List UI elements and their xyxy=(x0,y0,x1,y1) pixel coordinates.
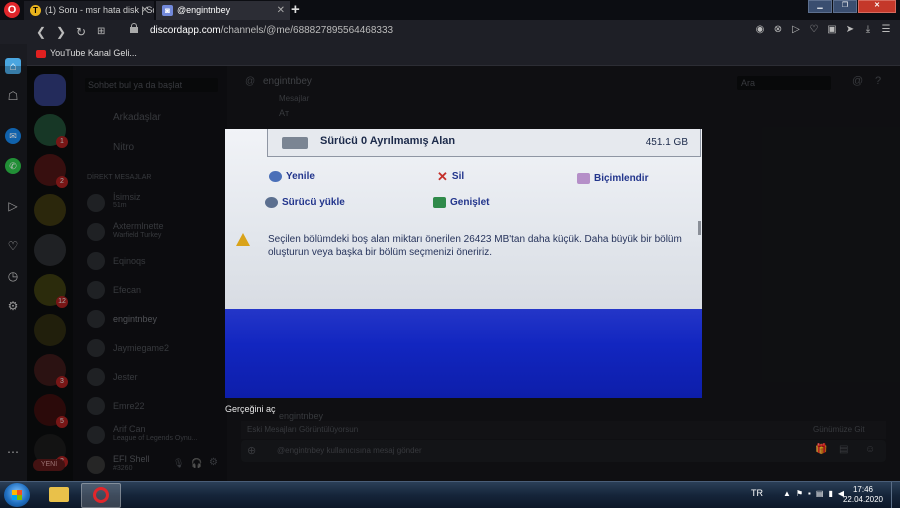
load-driver-icon xyxy=(265,197,278,208)
photo-action-delete: ✕ Sil xyxy=(437,169,465,184)
tabs-grid-icon[interactable]: ⊞ xyxy=(97,25,105,39)
tab-label: @engintnbey xyxy=(177,5,231,15)
photo-action-extend: Genişlet xyxy=(433,197,489,208)
delete-x-icon: ✕ xyxy=(437,169,448,184)
network-icon[interactable]: ▮ xyxy=(828,489,832,498)
forward-icon[interactable]: ❯ xyxy=(56,25,66,39)
photo-action-load-driver: Sürücü yükle xyxy=(265,197,345,208)
reload-icon[interactable]: ↻ xyxy=(76,25,86,39)
send-icon[interactable]: ▷ xyxy=(790,24,802,35)
extension-icon[interactable]: ▣ xyxy=(826,24,838,35)
disk-icon xyxy=(282,137,308,149)
opera-menu-icon[interactable]: O xyxy=(4,2,20,18)
refresh-icon xyxy=(269,171,282,182)
clock-time: 17:46 xyxy=(852,485,873,494)
taskbar-explorer[interactable] xyxy=(40,483,78,506)
photo-blue-area xyxy=(225,309,702,398)
heart-icon[interactable]: ♡ xyxy=(808,24,820,35)
folder-icon xyxy=(49,487,69,502)
flag-icon[interactable]: ⚑ xyxy=(796,489,803,498)
open-original-link[interactable]: Gerçeğini aç xyxy=(225,404,276,414)
extend-icon xyxy=(433,197,446,208)
youtube-icon xyxy=(36,49,46,58)
tray-expand-icon[interactable]: ▲ xyxy=(783,489,791,498)
tray-icons: ▲ ⚑ ▪ ▤ ▮ ◀ xyxy=(783,489,844,498)
maximize-button[interactable]: ❐ xyxy=(833,0,857,13)
bookmarks-bar: YouTube Kanal Geli... xyxy=(0,44,900,66)
browser-tab-strip: O T (1) Soru - msr hata disk | Sor ✕ ◙ @en… xyxy=(0,0,900,20)
language-indicator[interactable]: TR xyxy=(751,488,763,498)
bookmark-label: YouTube Kanal Geli... xyxy=(50,48,137,58)
url-field[interactable]: discordapp.com/channels/@me/688827895564… xyxy=(150,25,393,36)
taskbar-opera[interactable] xyxy=(81,483,121,508)
paper-plane-icon[interactable]: ➤ xyxy=(844,24,856,35)
photo-scrollbar xyxy=(698,221,701,235)
tab-discord[interactable]: ◙ @engintnbey ✕ xyxy=(156,1,290,20)
tab-soru[interactable]: T (1) Soru - msr hata disk | Sor ✕ xyxy=(24,1,154,20)
url-path: /channels/@me/688827895564468333 xyxy=(220,25,394,36)
opera-icon xyxy=(93,487,109,503)
clock-date: 22.04.2020 xyxy=(842,495,883,504)
show-desktop-button[interactable] xyxy=(891,482,900,508)
format-icon xyxy=(577,173,590,184)
close-tab-icon[interactable]: ✕ xyxy=(277,1,285,20)
tab-label: (1) Soru - msr hata disk | Sor xyxy=(45,5,154,15)
start-button[interactable] xyxy=(4,483,30,507)
taskbar: TR ▲ ⚑ ▪ ▤ ▮ ◀ 17:46 22.04.2020 xyxy=(0,481,900,508)
photo-action-format: Biçimlendir xyxy=(577,173,648,184)
close-tab-icon[interactable]: ✕ xyxy=(141,1,149,20)
window-controls: ▁ ❐ ✕ xyxy=(808,0,896,13)
easy-setup-icon[interactable]: ☰ xyxy=(880,24,892,35)
address-bar-icons: ◉ ⊗ ▷ ♡ ▣ ➤ ⤓ ☰ xyxy=(754,24,892,35)
discord-favicon-icon: ◙ xyxy=(162,5,173,17)
printer-icon[interactable]: ▤ xyxy=(816,489,824,498)
back-icon[interactable]: ❮ xyxy=(36,25,46,39)
photo-disk-size: 451.1 GB xyxy=(645,137,688,148)
address-bar-row: ❮ ❯ ↻ ⊞ discordapp.com/channels/@me/6888… xyxy=(0,20,900,44)
tab-favicon-icon: T xyxy=(30,5,41,17)
download-icon[interactable]: ⤓ xyxy=(862,24,874,35)
attachment-photo: Sürücü 0 Ayrılmamış Alan 451.1 GB Yenile… xyxy=(225,129,702,398)
camera-icon[interactable]: ◉ xyxy=(754,24,766,35)
new-tab-button[interactable]: + xyxy=(291,1,300,18)
photo-warning-text: Seçilen bölümdeki boş alan miktarı öneri… xyxy=(268,234,682,258)
lock-icon[interactable] xyxy=(130,23,138,34)
close-window-button[interactable]: ✕ xyxy=(858,0,896,13)
security-icon[interactable]: ▪ xyxy=(808,489,811,498)
photo-disk-row: Sürücü 0 Ayrılmamış Alan 451.1 GB xyxy=(267,129,701,157)
minimize-button[interactable]: ▁ xyxy=(808,0,832,13)
clock[interactable]: 17:46 22.04.2020 xyxy=(843,485,883,505)
block-icon[interactable]: ⊗ xyxy=(772,24,784,35)
photo-action-refresh: Yenile xyxy=(269,171,315,182)
warning-icon xyxy=(236,233,250,246)
bookmark-youtube[interactable]: YouTube Kanal Geli... xyxy=(36,48,137,58)
photo-disk-label: Sürücü 0 Ayrılmamış Alan xyxy=(320,135,456,147)
url-host: discordapp.com xyxy=(150,25,221,36)
